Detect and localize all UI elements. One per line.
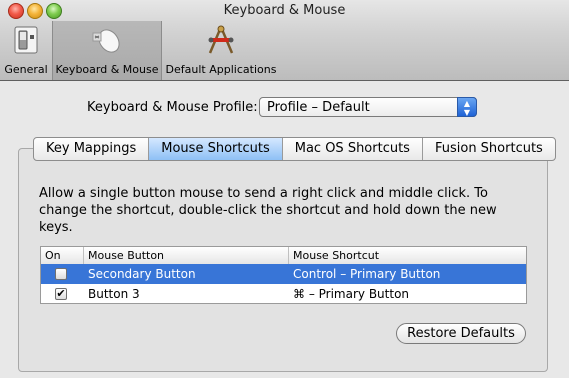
column-header-mouse-button[interactable]: Mouse Button — [84, 247, 289, 264]
table-row[interactable]: ✔ Button 3 ⌘ – Primary Button — [41, 284, 526, 304]
column-header-mouse-shortcut[interactable]: Mouse Shortcut — [289, 247, 526, 264]
checkmark-icon: ✔ — [56, 287, 66, 300]
tab-mac-os-shortcuts[interactable]: Mac OS Shortcuts — [283, 138, 423, 160]
profile-label: Keyboard & Mouse Profile: — [87, 100, 258, 115]
tab-fusion-shortcuts[interactable]: Fusion Shortcuts — [423, 138, 555, 160]
mouse-shortcut-cell[interactable]: Control – Primary Button — [289, 264, 440, 284]
table-header: On Mouse Button Mouse Shortcut — [41, 247, 526, 265]
toolbar-default-applications-label: Default Applications — [165, 63, 277, 76]
profile-select-value: Profile – Default — [267, 100, 370, 115]
mouse-shortcut-cell[interactable]: ⌘ – Primary Button — [289, 284, 409, 304]
updown-arrows-icon: ▲ ▼ — [457, 97, 477, 117]
mouse-icon — [92, 29, 120, 53]
mouse-button-cell: Button 3 — [88, 287, 140, 301]
row-enabled-checkbox[interactable] — [55, 268, 67, 280]
applications-compass-icon — [208, 25, 234, 54]
toolbar-keyboard-mouse-label: Keyboard & Mouse — [55, 63, 159, 76]
description-text: Allow a single button mouse to send a ri… — [39, 186, 497, 235]
toolbar-general[interactable]: General — [2, 21, 50, 80]
preferences-window: Keyboard & Mouse General Keyboard & Mous… — [0, 0, 569, 378]
toolbar-default-applications[interactable]: Default Applications — [162, 21, 280, 80]
window-title: Keyboard & Mouse — [223, 3, 346, 18]
general-switch-icon — [14, 26, 38, 54]
tab-key-mappings[interactable]: Key Mappings — [34, 138, 150, 160]
mouse-button-cell: Secondary Button — [88, 267, 196, 281]
restore-defaults-button[interactable]: Restore Defaults — [396, 323, 526, 344]
profile-select[interactable]: Profile – Default ▲ ▼ — [259, 97, 477, 117]
tab-mouse-shortcuts[interactable]: Mouse Shortcuts — [149, 138, 283, 160]
shortcut-table: On Mouse Button Mouse Shortcut Secondary… — [40, 246, 527, 304]
column-header-on[interactable]: On — [41, 247, 84, 264]
table-row[interactable]: Secondary Button Control – Primary Butto… — [41, 264, 526, 284]
row-enabled-checkbox[interactable]: ✔ — [55, 288, 67, 300]
title-bar: Keyboard & Mouse General Keyboard & Mous… — [0, 0, 569, 81]
toolbar-keyboard-mouse[interactable]: Keyboard & Mouse — [52, 21, 162, 80]
toolbar-general-label: General — [4, 63, 48, 76]
tab-bar: Key Mappings Mouse Shortcuts Mac OS Shor… — [33, 137, 556, 161]
